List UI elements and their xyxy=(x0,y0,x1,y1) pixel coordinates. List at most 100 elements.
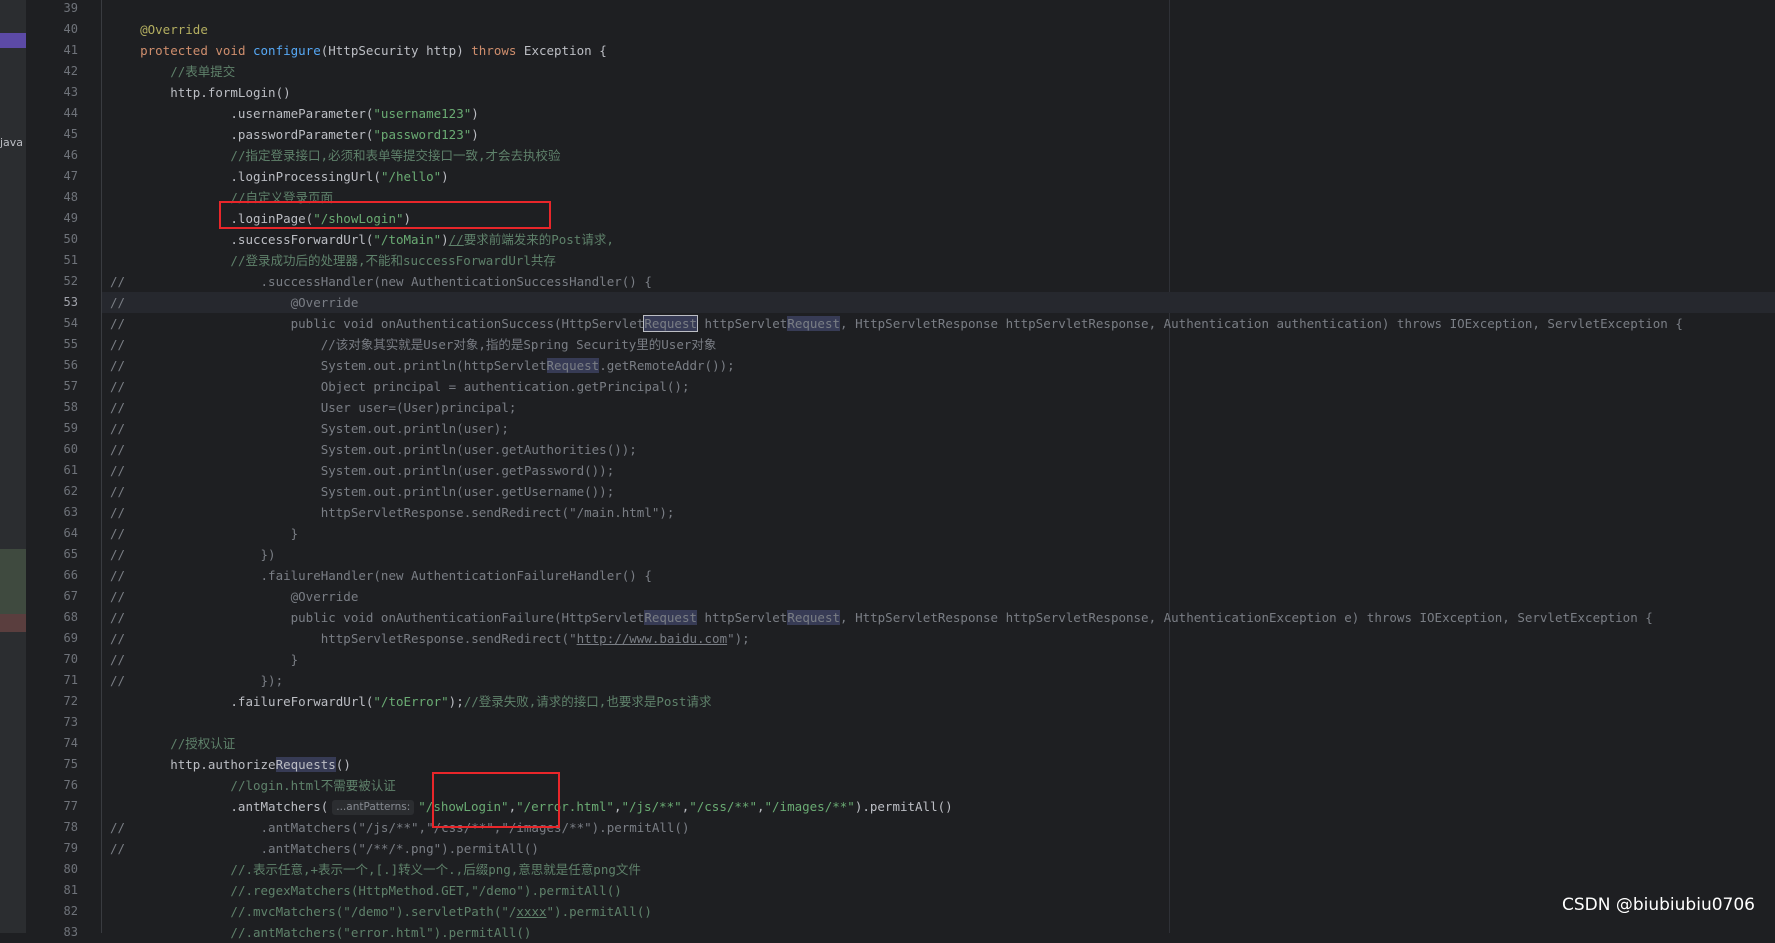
code-line[interactable]: 81 //.regexMatchers(HttpMethod.GET,"/dem… xyxy=(64,880,1775,901)
code-line[interactable]: 50 .successForwardUrl("/toMain")//要求前端发来… xyxy=(64,229,1775,250)
code-line[interactable]: 67 // @Override xyxy=(64,586,1775,607)
code-line[interactable]: 63 // httpServletResponse.sendRedirect("/… xyxy=(64,502,1775,523)
code-line[interactable]: 80 //.表示任意,+表示一个,[.]转义一个.,后缀png,意思就是任意pn… xyxy=(64,859,1775,880)
line-number: 67 xyxy=(63,589,78,603)
code-line[interactable]: 53 // @Override xyxy=(64,292,1775,313)
line-number: 51 xyxy=(63,253,78,267)
line-number: 59 xyxy=(63,421,78,435)
code-text: //表单提交 xyxy=(170,64,236,79)
code-line[interactable]: 45 .passwordParameter("password123") xyxy=(64,124,1775,145)
code-line[interactable]: 39 xyxy=(64,0,1775,19)
code-line[interactable]: 75 http.authorizeRequests() xyxy=(64,754,1775,775)
code-line[interactable]: 64 // } xyxy=(64,523,1775,544)
code-line[interactable]: 47 .loginProcessingUrl("/hello") xyxy=(64,166,1775,187)
code-line[interactable]: 62 // System.out.println(user.getUsername… xyxy=(64,481,1775,502)
line-number: 65 xyxy=(63,547,78,561)
code-line[interactable]: 52 // .successHandler(new AuthenticationS… xyxy=(64,271,1775,292)
code-text: .successForwardUrl("/toMain")//要求前端发来的Po… xyxy=(110,232,614,247)
code-text: @Override xyxy=(140,22,208,37)
line-number: 40 xyxy=(63,22,78,36)
line-number: 39 xyxy=(63,1,78,15)
code-text: http.formLogin() xyxy=(110,85,291,100)
code-line[interactable]: 60 // System.out.println(user.getAuthorit… xyxy=(64,439,1775,460)
code-text: // .failureHandler(new AuthenticationFai… xyxy=(110,568,652,583)
code-text: // System.out.println(user.getAuthoritie… xyxy=(110,442,637,457)
line-number: 71 xyxy=(63,673,78,687)
code-line[interactable]: 79 // .antMatchers("/**/*.png").permitAll… xyxy=(64,838,1775,859)
code-line[interactable]: 51 //登录成功后的处理器,不能和successForwardUrl共存 xyxy=(64,250,1775,271)
code-line[interactable]: 66 // .failureHandler(new AuthenticationF… xyxy=(64,565,1775,586)
line-number: 48 xyxy=(63,190,78,204)
code-line[interactable]: 58 // User user=(User)principal; xyxy=(64,397,1775,418)
line-number: 73 xyxy=(63,715,78,729)
code-line[interactable]: 41 protected void configure(HttpSecurity… xyxy=(64,40,1775,61)
code-line[interactable]: 82 //.mvcMatchers("/demo").servletPath("… xyxy=(64,901,1775,922)
code-text: // public void onAuthenticationSuccess(H… xyxy=(110,315,1683,332)
code-line[interactable]: 76 //login.html不需要被认证 xyxy=(64,775,1775,796)
line-number: 74 xyxy=(63,736,78,750)
code-editor[interactable]: 39 40 @Override 41 protected void configur… xyxy=(64,0,1775,940)
line-number: 60 xyxy=(63,442,78,456)
line-number: 76 xyxy=(63,778,78,792)
code-text: .passwordParameter("password123") xyxy=(110,127,479,142)
code-text: // System.out.println(httpServletRequest… xyxy=(110,358,735,373)
line-number: 49 xyxy=(63,211,78,225)
file-label: java xyxy=(0,136,24,149)
code-text: // @Override xyxy=(110,589,359,604)
code-text: //.mvcMatchers("/demo").servletPath("/xx… xyxy=(230,904,652,919)
code-text: protected void configure(HttpSecurity ht… xyxy=(140,43,607,58)
code-text: .failureForwardUrl("/toError");//登录失败,请求… xyxy=(110,694,712,709)
code-line[interactable]: 55 // //该对象其实就是User对象,指的是Spring Security里… xyxy=(64,334,1775,355)
line-number: 47 xyxy=(63,169,78,183)
line-number: 52 xyxy=(63,274,78,288)
line-number: 78 xyxy=(63,820,78,834)
code-line[interactable]: 61 // System.out.println(user.getPassword… xyxy=(64,460,1775,481)
line-number: 56 xyxy=(63,358,78,372)
change-marker-deleted xyxy=(0,614,26,632)
code-line[interactable]: 42 //表单提交 xyxy=(64,61,1775,82)
highlight-box-showlogin xyxy=(432,772,560,828)
code-line[interactable]: 69 // httpServletResponse.sendRedirect("h… xyxy=(64,628,1775,649)
code-text: //.regexMatchers(HttpMethod.GET,"/demo")… xyxy=(230,883,622,898)
line-number: 58 xyxy=(63,400,78,414)
line-number: 53 xyxy=(63,295,78,309)
code-text: //.表示任意,+表示一个,[.]转义一个.,后缀png,意思就是任意png文件 xyxy=(230,862,641,877)
line-number: 57 xyxy=(63,379,78,393)
line-number: 69 xyxy=(63,631,78,645)
code-text: // System.out.println(user.getPassword()… xyxy=(110,463,615,478)
code-line[interactable]: 68 // public void onAuthenticationFailure… xyxy=(64,607,1775,628)
code-text: // System.out.println(user.getUsername()… xyxy=(110,484,615,499)
code-line[interactable]: 54 // public void onAuthenticationSuccess… xyxy=(64,313,1775,334)
code-line[interactable]: 70 // } xyxy=(64,649,1775,670)
code-line[interactable]: 72 .failureForwardUrl("/toError");//登录失败… xyxy=(64,691,1775,712)
tool-window-strip[interactable]: java xyxy=(0,0,27,933)
line-number: 66 xyxy=(63,568,78,582)
code-line[interactable]: 71 // }); xyxy=(64,670,1775,691)
change-marker xyxy=(0,549,26,614)
watermark-text: CSDN @biubiubiu0706 xyxy=(1561,895,1755,915)
line-number: 75 xyxy=(63,757,78,771)
line-number: 77 xyxy=(63,799,78,813)
line-number: 45 xyxy=(63,127,78,141)
code-line[interactable]: 40 @Override xyxy=(64,19,1775,40)
line-number: 42 xyxy=(63,64,78,78)
line-number: 46 xyxy=(63,148,78,162)
code-line[interactable]: 74 //授权认证 xyxy=(64,733,1775,754)
code-line[interactable]: 56 // System.out.println(httpServletReque… xyxy=(64,355,1775,376)
code-text: // }) xyxy=(110,547,276,562)
line-number: 79 xyxy=(63,841,78,855)
code-line[interactable]: 77 .antMatchers(...antPatterns: "/showLog… xyxy=(64,796,1775,817)
code-line[interactable]: 57 // Object principal = authentication.g… xyxy=(64,376,1775,397)
code-line[interactable]: 43 http.formLogin() xyxy=(64,82,1775,103)
code-line[interactable]: 44 .usernameParameter("username123") xyxy=(64,103,1775,124)
code-line[interactable]: 65 // }) xyxy=(64,544,1775,565)
code-line[interactable]: 78 // .antMatchers("/js/**","/css/**","/i… xyxy=(64,817,1775,838)
code-line[interactable]: 73 xyxy=(64,712,1775,733)
code-text: .loginProcessingUrl("/hello") xyxy=(110,169,449,184)
line-number: 54 xyxy=(63,316,78,330)
code-text: // User user=(User)principal; xyxy=(110,400,517,415)
line-number: 72 xyxy=(63,694,78,708)
code-line[interactable]: 46 //指定登录接口,必须和表单等提交接口一致,才会去执校验 xyxy=(64,145,1775,166)
code-line[interactable]: 59 // System.out.println(user); xyxy=(64,418,1775,439)
code-text: http.authorizeRequests() xyxy=(110,757,351,772)
